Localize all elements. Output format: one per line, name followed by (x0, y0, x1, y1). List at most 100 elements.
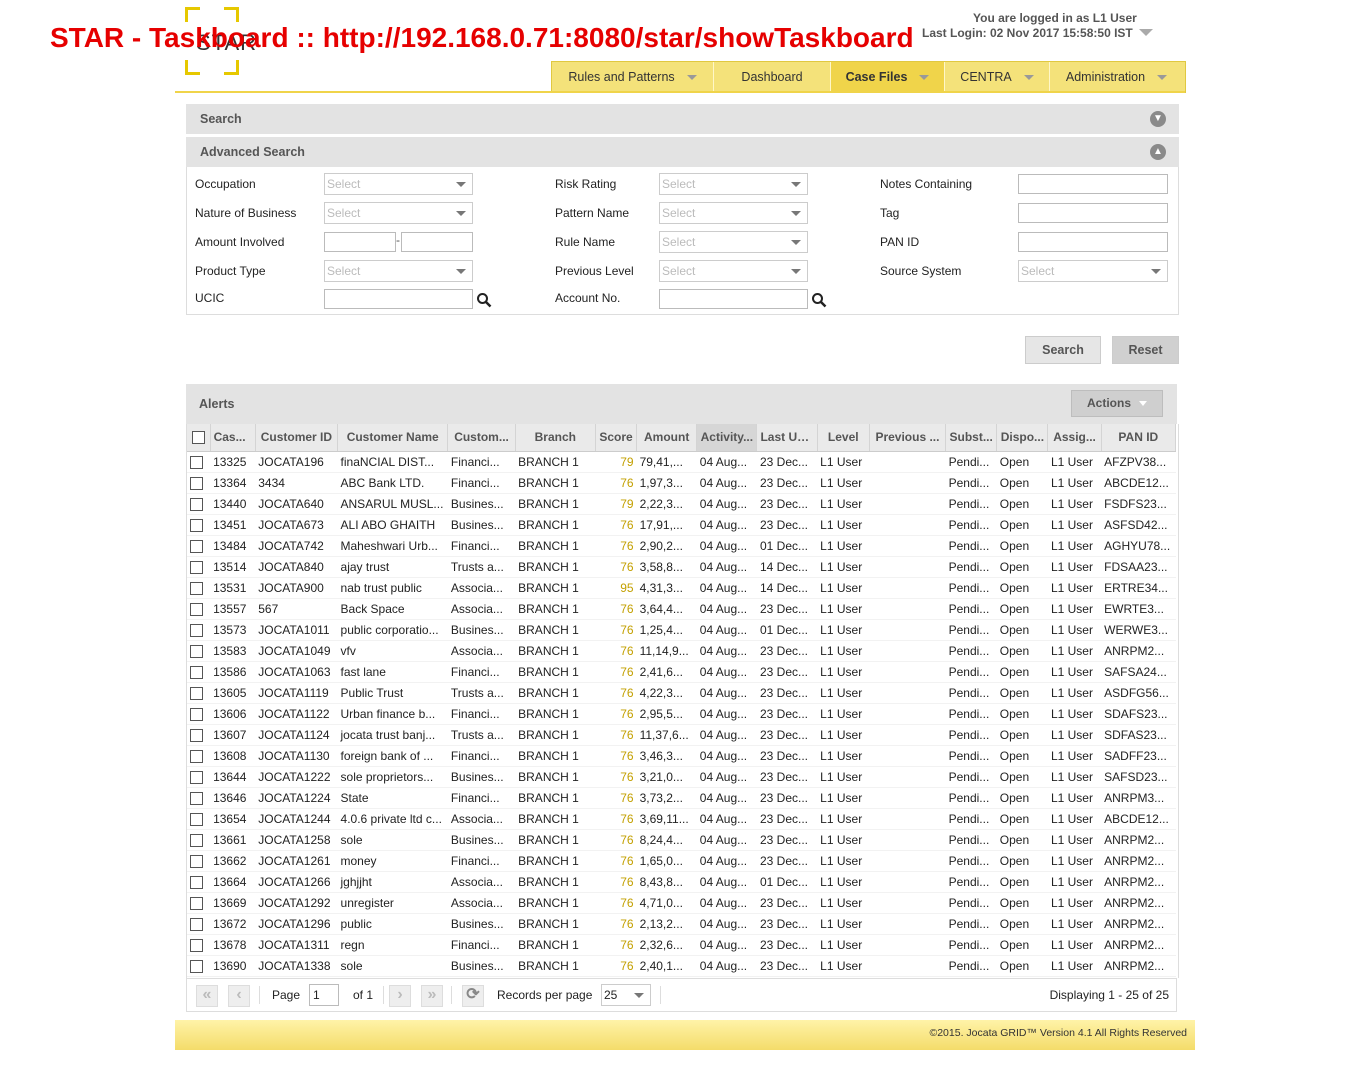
notes-containing-input[interactable] (1018, 174, 1168, 194)
column-header-case-id[interactable]: Cas... (210, 424, 256, 452)
row-checkbox[interactable] (190, 833, 203, 847)
row-select-cell[interactable] (187, 640, 211, 662)
table-row[interactable]: 13484 JOCATA742 Maheshwari Urb... Financi..… (187, 535, 1176, 557)
table-row[interactable]: 13608 JOCATA1130 foreign bank of ... Financ… (187, 745, 1176, 767)
prev-page-icon[interactable]: ‹ (228, 985, 250, 1007)
row-select-cell[interactable] (187, 766, 211, 788)
row-checkbox[interactable] (190, 644, 203, 658)
previous-level-select[interactable]: Select (659, 260, 808, 282)
nature-of-business-select[interactable]: Select (324, 202, 473, 224)
row-checkbox[interactable] (190, 917, 203, 931)
table-row[interactable]: 13586 JOCATA1063 fast lane Financi... BRANCH… (187, 661, 1176, 683)
row-select-cell[interactable] (187, 451, 211, 473)
row-checkbox[interactable] (190, 686, 203, 700)
row-select-cell[interactable] (187, 724, 211, 746)
table-row[interactable]: 13646 JOCATA1224 State Financi... BRANCH 1 76… (187, 787, 1176, 809)
table-row[interactable]: 13557 567 Back Space Associa... BRANCH 1 76 3,… (187, 598, 1176, 620)
records-per-page-select[interactable]: 25 (601, 984, 651, 1006)
table-row[interactable]: 13662 JOCATA1261 money Financi... BRANCH 1 76… (187, 850, 1176, 872)
row-select-cell[interactable] (187, 850, 211, 872)
select-all-checkbox[interactable] (191, 431, 205, 445)
table-row[interactable]: 13440 JOCATA640 ANSARUL MUSL... Busines... B… (187, 493, 1176, 515)
row-select-cell[interactable] (187, 661, 211, 683)
table-row[interactable]: 13514 JOCATA840 ajay trust Trusts a... BRANC… (187, 556, 1176, 578)
column-header-amount[interactable]: Amount (636, 424, 698, 452)
row-select-cell[interactable] (187, 892, 211, 914)
table-row[interactable]: 13605 JOCATA1119 Public Trust Trusts a... BR… (187, 682, 1176, 704)
account-no-input[interactable] (659, 289, 808, 309)
row-checkbox[interactable] (190, 497, 203, 511)
row-select-cell[interactable] (187, 493, 211, 515)
column-header-previous-level[interactable]: Previous ... (869, 424, 947, 452)
next-page-icon[interactable]: › (389, 985, 411, 1007)
table-row[interactable]: 13678 JOCATA1311 regn Financi... BRANCH 1 76 2… (187, 934, 1176, 956)
first-page-icon[interactable]: « (196, 985, 218, 1007)
product-type-select[interactable]: Select (324, 260, 473, 282)
row-select-cell[interactable] (187, 745, 211, 767)
row-checkbox[interactable] (190, 791, 203, 805)
row-checkbox[interactable] (190, 539, 203, 553)
refresh-icon[interactable]: ⟳ (462, 985, 484, 1007)
reset-button[interactable]: Reset (1112, 336, 1179, 364)
table-row[interactable]: 13573 JOCATA1011 public corporatio... Busin… (187, 619, 1176, 641)
row-checkbox[interactable] (190, 518, 203, 532)
row-checkbox[interactable] (190, 938, 203, 952)
nav-administration[interactable]: Administration (1050, 62, 1183, 92)
expand-icon[interactable]: ▼ (1150, 111, 1166, 127)
row-checkbox[interactable] (190, 728, 203, 742)
tag-input[interactable] (1018, 203, 1168, 223)
select-all-header[interactable] (187, 424, 211, 452)
search-icon[interactable] (811, 292, 827, 308)
source-system-select[interactable]: Select (1018, 260, 1168, 282)
row-select-cell[interactable] (187, 598, 211, 620)
row-select-cell[interactable] (187, 829, 211, 851)
row-checkbox[interactable] (190, 959, 203, 973)
row-select-cell[interactable] (187, 682, 211, 704)
row-checkbox[interactable] (190, 854, 203, 868)
row-select-cell[interactable] (187, 472, 211, 494)
ucic-input[interactable] (324, 289, 473, 309)
table-row[interactable]: 13451 JOCATA673 ALI ABO GHAITH Busines... BR… (187, 514, 1176, 536)
row-checkbox[interactable] (190, 770, 203, 784)
row-checkbox[interactable] (190, 602, 203, 616)
row-checkbox[interactable] (190, 455, 203, 469)
column-header-assigned-to[interactable]: Assig... (1047, 424, 1102, 452)
table-row[interactable]: 13672 JOCATA1296 public Busines... BRANCH 17… (187, 913, 1176, 935)
table-row[interactable]: 13325 JOCATA196 finaNCIAL DIST... Financi..… (187, 451, 1176, 473)
column-header-level[interactable]: Level (817, 424, 870, 452)
table-row[interactable]: 13364 3434 ABC Bank LTD. Financi... BRANCH 1… (187, 472, 1176, 494)
table-row[interactable]: 13583 JOCATA1049 vfv Associa... BRANCH 1 76 11… (187, 640, 1176, 662)
amount-from-input[interactable] (324, 232, 396, 252)
column-header-last-updated[interactable]: Last Up... (756, 424, 818, 452)
table-row[interactable]: 13654 JOCATA1244 4.0.6 private ltd c... Ass… (187, 808, 1176, 830)
advanced-search-header[interactable]: Advanced Search ▲ (186, 137, 1179, 167)
table-row[interactable]: 13690 JOCATA1338 sole Busines... BRANCH 1 76 2… (187, 955, 1176, 977)
row-checkbox[interactable] (190, 476, 203, 490)
nav-rules-and-patterns[interactable]: Rules and Patterns (552, 62, 714, 92)
risk-rating-select[interactable]: Select (659, 173, 808, 195)
row-select-cell[interactable] (187, 787, 211, 809)
row-select-cell[interactable] (187, 514, 211, 536)
row-select-cell[interactable] (187, 955, 211, 977)
row-select-cell[interactable] (187, 619, 211, 641)
column-header-branch[interactable]: Branch (515, 424, 596, 452)
search-icon[interactable] (476, 292, 492, 308)
table-row[interactable]: 13644 JOCATA1222 sole proprietors... Busine… (187, 766, 1176, 788)
nav-centra[interactable]: CENTRA (945, 62, 1050, 92)
row-select-cell[interactable] (187, 535, 211, 557)
row-checkbox[interactable] (190, 665, 203, 679)
row-checkbox[interactable] (190, 560, 203, 574)
row-checkbox[interactable] (190, 896, 203, 910)
column-header-score[interactable]: Score (595, 424, 638, 452)
page-input[interactable]: 1 (309, 984, 339, 1006)
row-select-cell[interactable] (187, 577, 211, 599)
row-checkbox[interactable] (190, 581, 203, 595)
occupation-select[interactable]: Select (324, 173, 473, 195)
row-select-cell[interactable] (187, 808, 211, 830)
search-button[interactable]: Search (1025, 336, 1101, 364)
row-checkbox[interactable] (190, 623, 203, 637)
actions-button[interactable]: Actions (1071, 390, 1163, 417)
column-header-substatus[interactable]: Subst... (945, 424, 998, 452)
table-row[interactable]: 13531 JOCATA900 nab trust public Associa...… (187, 577, 1176, 599)
nav-dashboard[interactable]: Dashboard (714, 62, 831, 92)
